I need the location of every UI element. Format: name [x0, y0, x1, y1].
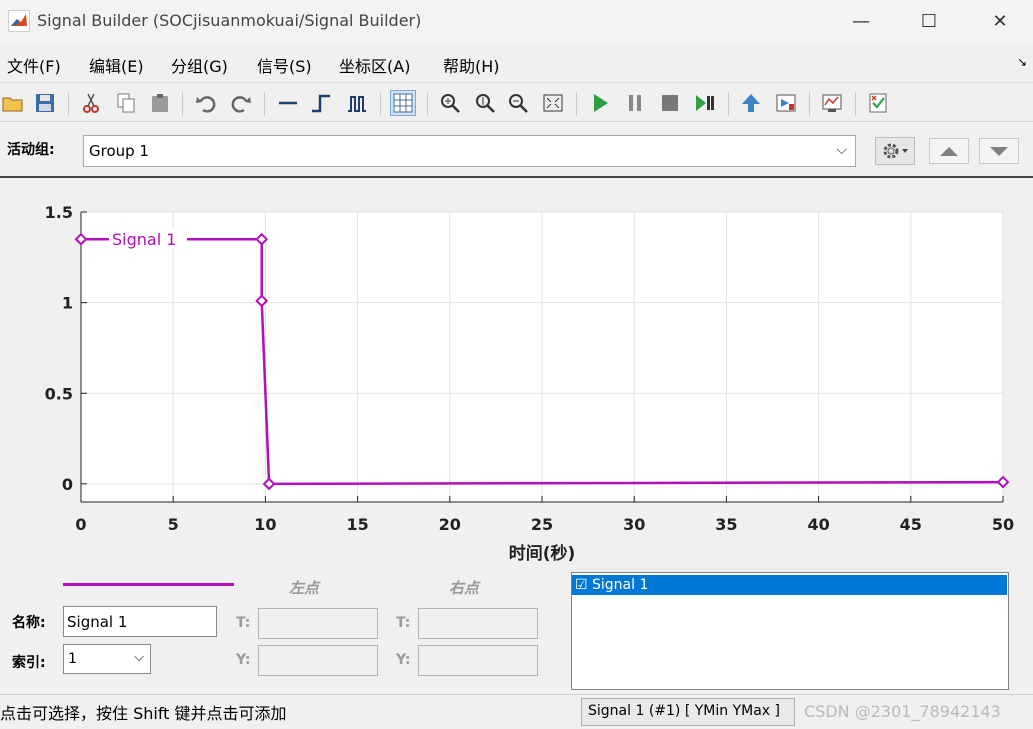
menu-overflow-icon[interactable]: ↘: [1017, 55, 1027, 69]
x-tick-label: 30: [623, 515, 645, 534]
index-label: 索引:: [12, 655, 46, 671]
x-tick-label: 45: [900, 515, 922, 534]
zoom-in-icon[interactable]: [505, 90, 531, 116]
active-group-label: 活动组:: [7, 142, 55, 158]
maximize-button[interactable]: ☐: [906, 0, 952, 42]
x-tick-label: 40: [807, 515, 829, 534]
window-title: Signal Builder (SOCjisuanmokuai/Signal B…: [37, 11, 422, 30]
signal-plot[interactable]: 0 5 10 15 20 25 30 35 40 45 50 0 0.5 1 1.5 时间(秒) Signal …: [0, 180, 1033, 570]
left-point-header: 左点: [289, 579, 320, 597]
triangle-down-icon: [990, 147, 1008, 156]
left-y-label: Y:: [236, 652, 251, 668]
zoom-y-icon[interactable]: [472, 90, 498, 116]
plot-svg[interactable]: 0 5 10 15 20 25 30 35 40 45 50 0 0.5 1 1.5 时间(秒) Signal …: [0, 180, 1033, 570]
step-line-icon[interactable]: [275, 90, 301, 116]
menu-bar: 文件(F) 编辑(E) 分组(G) 信号(S) 坐标区(A) 帮助(H) ↘: [0, 43, 1033, 83]
active-group-select[interactable]: Group 1 ⌵: [83, 135, 856, 167]
pulse-train-icon[interactable]: [344, 90, 370, 116]
paste-icon[interactable]: [147, 90, 173, 116]
pulse-up-icon[interactable]: [308, 90, 334, 116]
x-tick-label: 0: [75, 515, 86, 534]
signal-properties: 左点 右点 名称: 索引: 1 ⌵ T: Y: T: Y:: [0, 570, 560, 692]
status-signal-text: Signal 1 (#1) [ YMin YMax ]: [588, 703, 780, 719]
x-tick-label: 5: [168, 515, 179, 534]
watermark-text: CSDN @2301_78942143: [804, 702, 1001, 721]
export-icon[interactable]: [773, 90, 799, 116]
name-label: 名称:: [12, 615, 46, 631]
left-t-input: [258, 608, 378, 639]
undo-icon[interactable]: [193, 90, 219, 116]
x-tick-label: 25: [531, 515, 553, 534]
up-arrow-icon[interactable]: [738, 90, 764, 116]
signal-line-swatch[interactable]: [63, 583, 234, 586]
signal-list[interactable]: ☑ Signal 1: [571, 572, 1009, 690]
stop-icon[interactable]: [657, 90, 683, 116]
redo-icon[interactable]: [228, 90, 254, 116]
minimize-button[interactable]: —: [838, 0, 884, 42]
menu-help[interactable]: 帮助(H): [443, 53, 500, 77]
matlab-logo-icon: [8, 10, 30, 32]
gear-icon: [883, 143, 908, 159]
x-tick-label: 20: [439, 515, 461, 534]
move-up-button[interactable]: [929, 138, 969, 164]
grid-icon[interactable]: [390, 90, 416, 116]
move-down-button[interactable]: [979, 138, 1019, 164]
menu-edit[interactable]: 编辑(E): [89, 53, 144, 77]
fit-view-icon[interactable]: [540, 90, 566, 116]
group-row: 活动组: Group 1 ⌵: [0, 124, 1033, 178]
gear-button[interactable]: [875, 137, 915, 165]
signal-builder-window: Signal Builder (SOCjisuanmokuai/Signal B…: [0, 0, 1033, 729]
menu-file[interactable]: 文件(F): [7, 53, 61, 77]
right-t-input: [418, 608, 538, 639]
copy-icon[interactable]: [113, 90, 139, 116]
signal-index-value: 1: [68, 651, 77, 667]
x-axis-label: 时间(秒): [509, 543, 576, 564]
status-signal-cell: Signal 1 (#1) [ YMin YMax ]: [581, 698, 795, 726]
x-tick-label: 10: [254, 515, 276, 534]
pause-icon[interactable]: [622, 90, 648, 116]
left-y-input: [258, 645, 378, 676]
right-point-header: 右点: [449, 579, 480, 597]
active-group-value: Group 1: [89, 142, 149, 160]
chevron-down-icon: ⌵: [836, 142, 847, 158]
toolbar: [0, 84, 1033, 122]
title-bar: Signal Builder (SOCjisuanmokuai/Signal B…: [0, 0, 1033, 42]
right-t-label: T:: [396, 615, 411, 631]
right-y-label: Y:: [396, 652, 411, 668]
save-icon[interactable]: [32, 90, 58, 116]
x-tick-label: 50: [992, 515, 1014, 534]
open-icon[interactable]: [0, 90, 26, 116]
x-tick-label: 15: [346, 515, 368, 534]
signal-index-select[interactable]: 1 ⌵: [63, 644, 151, 674]
y-tick-label: 0.5: [45, 384, 73, 403]
check-icon[interactable]: [865, 90, 891, 116]
run-all-icon[interactable]: [692, 90, 718, 116]
status-bar: 点击可选择，按住 Shift 键并点击可添加 Signal 1 (#1) [ Y…: [0, 694, 1033, 729]
x-tick-label: 35: [715, 515, 737, 534]
play-icon[interactable]: [587, 90, 613, 116]
menu-group[interactable]: 分组(G): [171, 53, 228, 77]
signal-name-label[interactable]: Signal 1: [112, 230, 176, 249]
left-t-label: T:: [236, 615, 251, 631]
menu-signal[interactable]: 信号(S): [257, 53, 312, 77]
signal-name-input[interactable]: [63, 606, 217, 637]
y-tick-label: 1.5: [45, 203, 73, 222]
status-hint: 点击可选择，按住 Shift 键并点击可添加: [0, 704, 287, 723]
cut-icon[interactable]: [78, 90, 104, 116]
chevron-down-icon: ⌵: [134, 650, 144, 665]
menu-axes[interactable]: 坐标区(A): [339, 53, 410, 77]
scope-icon[interactable]: [819, 90, 845, 116]
y-tick-label: 1: [62, 294, 73, 313]
triangle-up-icon: [940, 147, 958, 156]
signal-list-item[interactable]: ☑ Signal 1: [572, 575, 1007, 595]
y-tick-label: 0: [62, 475, 73, 494]
zoom-xy-icon[interactable]: [437, 90, 463, 116]
close-button[interactable]: ✕: [977, 0, 1023, 42]
right-y-input: [418, 645, 538, 676]
